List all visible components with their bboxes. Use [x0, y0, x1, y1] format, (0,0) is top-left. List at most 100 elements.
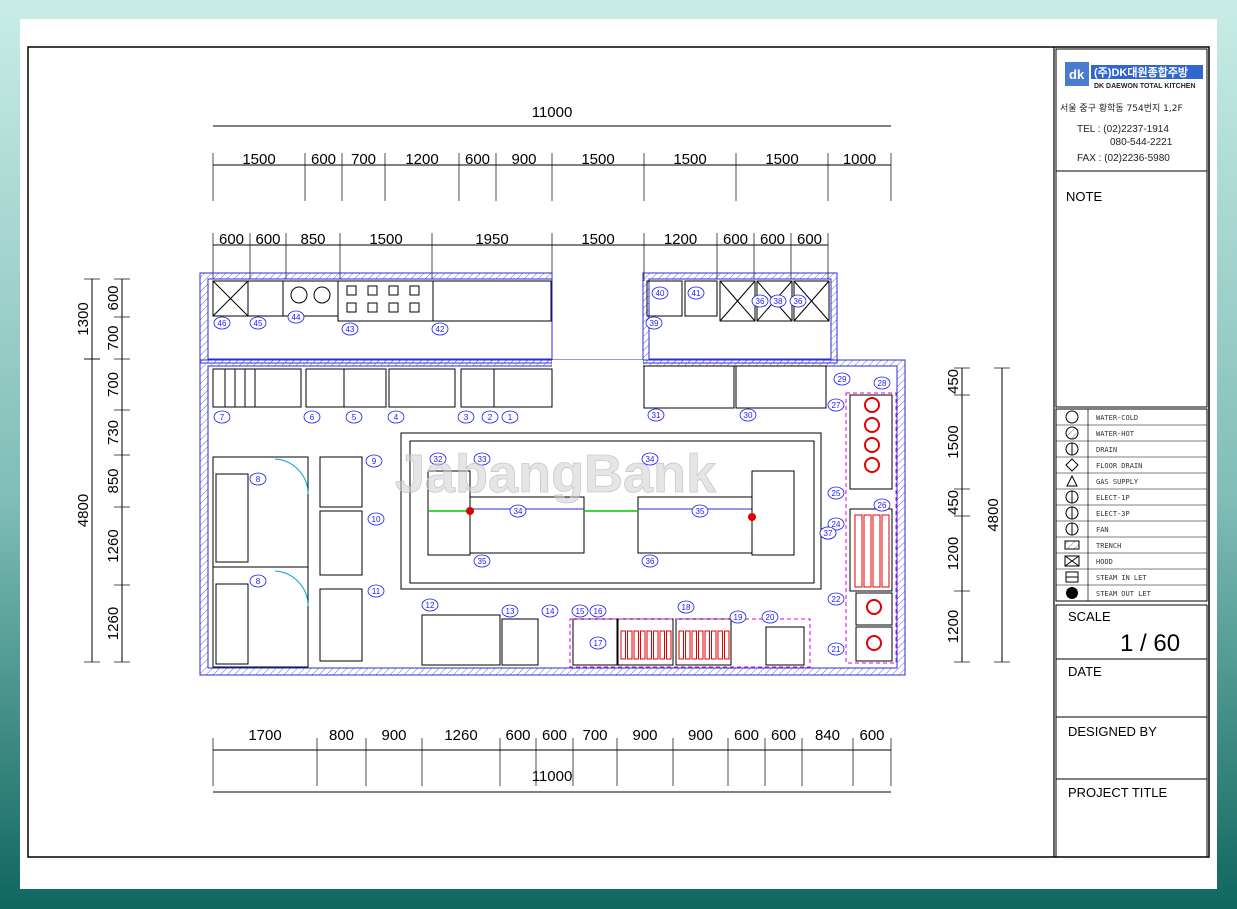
- dimension-label: 4800: [75, 494, 92, 527]
- equipment-number: 26: [878, 501, 887, 510]
- equipment-marker: 37: [819, 526, 837, 540]
- equipment-number: 29: [838, 375, 847, 384]
- equipment-marker: 25: [827, 486, 845, 500]
- steam-outlet-icon: [1066, 587, 1078, 599]
- equipment-marker: 42: [431, 322, 449, 336]
- legend-label: FLOOR DRAIN: [1096, 462, 1142, 470]
- equipment-marker: 22: [827, 592, 845, 606]
- legend-label: TRENCH: [1096, 542, 1121, 550]
- scale-value: 1 / 60: [1120, 630, 1180, 657]
- equipment-number: 18: [682, 603, 691, 612]
- equipment-number: 16: [594, 607, 603, 616]
- dimension-label: 850: [300, 231, 325, 248]
- company-tel2: 080-544-2221: [1110, 137, 1173, 148]
- equipment-marker: 6: [303, 410, 321, 424]
- equipment-marker: 36: [641, 554, 659, 568]
- legend-label: WATER-COLD: [1096, 414, 1138, 422]
- dimension-label: 1260: [444, 727, 477, 744]
- project-title-label: PROJECT TITLE: [1068, 785, 1168, 800]
- equipment-number: 46: [218, 319, 227, 328]
- dimension-total: 11000: [532, 104, 573, 121]
- dimension-label: 700: [105, 372, 122, 397]
- equipment-number: 2: [488, 413, 493, 422]
- dimension-label: 1500: [673, 151, 706, 168]
- steam-inlet-icon: [1065, 571, 1079, 583]
- dimension-label: 1300: [75, 302, 92, 335]
- floor-drain-icon: [1065, 458, 1079, 472]
- equipment-marker: 8: [249, 472, 267, 486]
- equipment-marker: 31: [647, 408, 665, 422]
- equipment-number: 17: [594, 639, 603, 648]
- equipment-marker: 29: [833, 372, 851, 386]
- equipment-marker: 5: [345, 410, 363, 424]
- equipment-marker: 28: [873, 376, 891, 390]
- legend-label: STEAM IN LET: [1096, 574, 1147, 582]
- equipment-number: 3: [464, 413, 469, 422]
- equipment-marker: 1: [501, 410, 519, 424]
- triangle-icon: [1066, 474, 1078, 487]
- dimension-label: 900: [381, 727, 406, 744]
- equipment-number: 39: [650, 319, 659, 328]
- dimension-label: 1500: [945, 425, 962, 458]
- dimension-label: 1500: [581, 231, 614, 248]
- equipment-marker: 19: [729, 610, 747, 624]
- legend-label: WATER-HOT: [1096, 430, 1135, 438]
- dimension-label: 1200: [664, 231, 697, 248]
- equipment-marker: 36: [751, 294, 769, 308]
- designed-by-label: DESIGNED BY: [1068, 724, 1157, 739]
- dimension-label: 4800: [985, 498, 1002, 531]
- equipment-number: 37: [824, 529, 833, 538]
- equipment-marker: 26: [873, 498, 891, 512]
- equipment-marker: 39: [645, 316, 663, 330]
- equipment-marker: 9: [365, 454, 383, 468]
- dimension-label: 1200: [405, 151, 438, 168]
- circle-icon: [1065, 410, 1079, 424]
- equipment-marker: 44: [287, 310, 305, 324]
- dimension-label: 600: [255, 231, 280, 248]
- drawing-sheet: dk (주)DK대원종합주방 DK DAEWON TOTAL KITCHEN 서…: [20, 19, 1217, 889]
- company-name-en: DK DAEWON TOTAL KITCHEN: [1094, 83, 1196, 90]
- dimension-label: 600: [797, 231, 822, 248]
- equipment-marker: 4: [387, 410, 405, 424]
- dimension-label: 600: [505, 727, 530, 744]
- dimension-label: 1260: [105, 529, 122, 562]
- equipment-marker: 40: [651, 286, 669, 300]
- equipment-number: 38: [774, 297, 783, 306]
- equipment-marker: 7: [213, 410, 231, 424]
- dimension-label: 1500: [765, 151, 798, 168]
- equipment-number: 5: [352, 413, 357, 422]
- dimension-label: 600: [760, 231, 785, 248]
- equipment-number: 34: [514, 507, 523, 516]
- dimension-label: 600: [771, 727, 796, 744]
- watermark: JabangBank: [395, 444, 717, 504]
- dimension-label: 840: [815, 727, 840, 744]
- elect-3p-icon: [1065, 506, 1079, 520]
- dimension-label: 800: [329, 727, 354, 744]
- equipment-number: 31: [652, 411, 661, 420]
- equipment-number: 30: [744, 411, 753, 420]
- dimension-label: 1200: [945, 537, 962, 570]
- dimension-label: 1000: [843, 151, 876, 168]
- equipment-number: 35: [478, 557, 487, 566]
- equipment-marker: 2: [481, 410, 499, 424]
- equipment-marker: 30: [739, 408, 757, 422]
- hood-icon: [1064, 555, 1080, 567]
- equipment-number: 12: [426, 601, 435, 610]
- dimension-label: 450: [945, 369, 962, 394]
- dimension-label: 600: [465, 151, 490, 168]
- legend-label: ELECT-3P: [1096, 510, 1130, 518]
- equipment-marker: 14: [541, 604, 559, 618]
- date-label: DATE: [1068, 664, 1102, 679]
- dimension-total: 11000: [532, 768, 573, 785]
- equipment-number: 27: [832, 401, 841, 410]
- equipment-marker: 45: [249, 316, 267, 330]
- dimension-label: 600: [311, 151, 336, 168]
- equipment-number: 15: [576, 607, 585, 616]
- equipment-marker: 13: [501, 604, 519, 618]
- equipment-number: 25: [832, 489, 841, 498]
- dimension-label: 600: [219, 231, 244, 248]
- equipment-number: 13: [506, 607, 515, 616]
- dimension-label: 1200: [945, 610, 962, 643]
- equipment-marker: 15: [571, 604, 589, 618]
- equipment-number: 44: [292, 313, 301, 322]
